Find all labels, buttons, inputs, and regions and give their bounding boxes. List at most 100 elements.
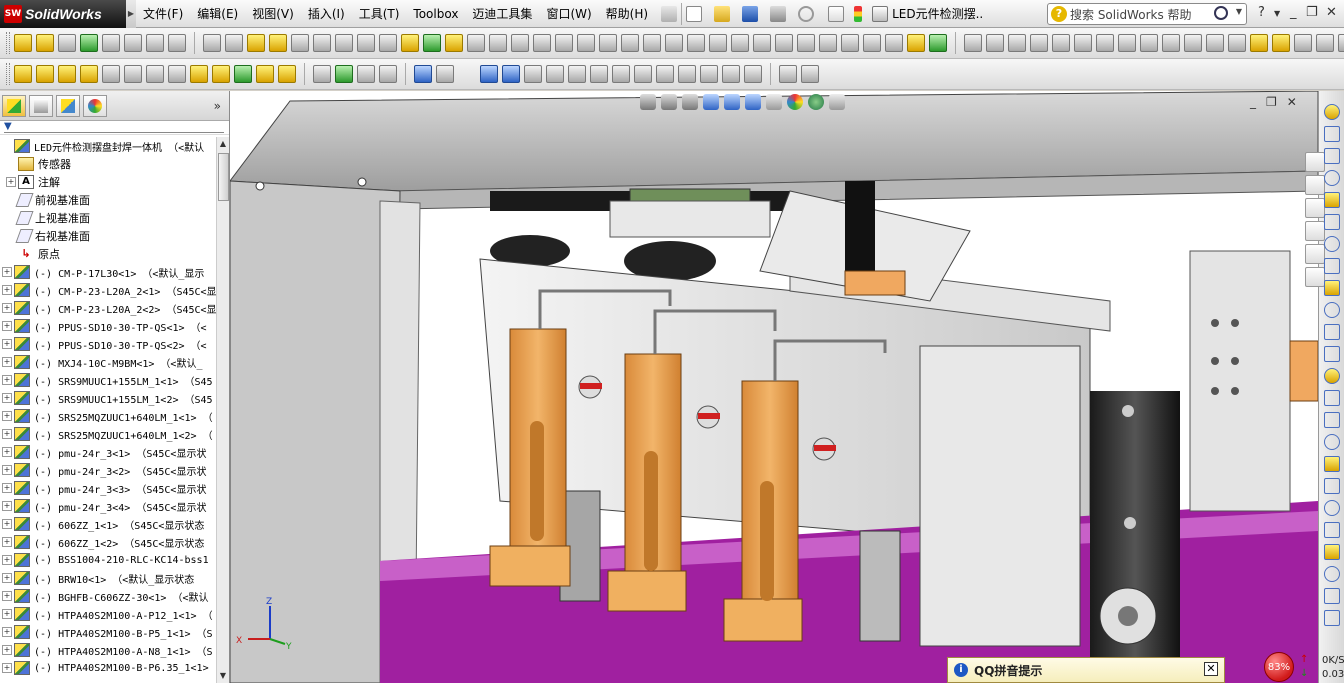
menu-item-8[interactable]: 帮助(H) [599,0,655,28]
pin-icon[interactable] [661,5,678,22]
undo-icon[interactable] [798,5,815,22]
previous-view-icon[interactable] [682,94,698,110]
planar-surface-icon[interactable] [1096,34,1114,52]
doc-close-icon[interactable]: ✕ [1287,95,1297,109]
tree-item[interactable]: + A 注解 [0,173,216,191]
expand-icon[interactable]: + [2,627,12,637]
expand-icon[interactable]: + [2,537,12,547]
toolbar-grip[interactable] [6,63,10,85]
task-tool-icon-5[interactable] [1324,214,1340,230]
task-tool-icon-22[interactable] [1324,588,1340,604]
tree-scrollbar[interactable]: ▲ ▼ [216,137,229,683]
tree-item[interactable]: + (-) BGHFB-C606ZZ-30<1> （<默认 [0,587,216,605]
task-tool-icon-2[interactable] [1324,148,1340,164]
menu-item-7[interactable]: 窗口(W) [539,0,598,28]
smart-dimension-icon[interactable] [489,34,507,52]
task-tool-icon-10[interactable] [1324,324,1340,340]
revision-cloud-icon[interactable] [779,65,797,83]
exploded-view-icon[interactable] [269,34,287,52]
text-annotation-icon[interactable] [458,65,476,83]
fitting-icon[interactable] [212,65,230,83]
feature-icon[interactable] [124,34,142,52]
task-pane-custom-properties-icon[interactable] [1305,267,1325,287]
move-component-icon[interactable] [58,34,76,52]
expand-icon[interactable]: + [2,465,12,475]
task-tool-icon-7[interactable] [1324,258,1340,274]
tree-item[interactable]: + (-) pmu-24r_3<4> （S45C<显示状 [0,497,216,515]
spline-icon[interactable] [577,34,595,52]
warning-icon[interactable] [700,65,718,83]
tree-item[interactable]: + (-) PPUS-SD10-30-TP-QS<2> （< [0,335,216,353]
solidworks-logo[interactable]: SW SolidWorks [0,0,126,28]
scale-icon[interactable] [885,34,903,52]
expand-icon[interactable]: + [2,591,12,601]
route-icon[interactable] [234,65,252,83]
offset-icon[interactable] [731,34,749,52]
expand-icon[interactable]: + [2,645,12,655]
tree-item[interactable]: + (-) HTPA40S2M100-A-P12_1<1> （ [0,605,216,623]
minimize-window-icon[interactable]: _ [1290,5,1297,20]
expand-icon[interactable]: + [2,447,12,457]
scroll-down-icon[interactable]: ▼ [217,669,229,683]
fill-surface-icon[interactable] [1162,34,1180,52]
weld-symbol-icon[interactable] [568,65,586,83]
expand-icon[interactable]: + [2,267,12,277]
logo-flyout-arrow[interactable]: ▶ [126,0,136,28]
search-magnifier-icon[interactable] [1214,6,1228,20]
tree-item[interactable]: + (-) 606ZZ_1<2> （S45C<显示状态 [0,533,216,551]
restore-window-icon[interactable]: ❐ [1306,5,1318,20]
weld-bead-icon[interactable] [14,65,32,83]
new-motion-study-icon[interactable] [225,34,243,52]
task-tool-icon-19[interactable] [1324,522,1340,538]
options-icon[interactable] [872,5,889,22]
expand-icon[interactable]: + [2,393,12,403]
tree-item[interactable]: + (-) HTPA40S2M100-B-P6.35_1<1> [0,659,216,677]
task-tool-icon-16[interactable] [1324,456,1340,472]
gusset-icon[interactable] [102,65,120,83]
rotate-icon[interactable] [863,34,881,52]
menu-item-4[interactable]: 工具(T) [352,0,407,28]
new-document-icon[interactable] [686,5,703,22]
task-tool-icon-0[interactable] [1324,104,1340,120]
trim-extend-icon[interactable] [58,65,76,83]
tree-filter[interactable]: ▼ [0,121,229,135]
show-hidden-icon[interactable] [146,34,164,52]
task-tool-icon-4[interactable] [1324,192,1340,208]
loft-surface-icon[interactable] [1052,34,1070,52]
copy-icon[interactable] [907,34,925,52]
tab-property-manager[interactable] [29,94,53,117]
apply-scene-icon[interactable] [808,94,824,110]
section-icon[interactable] [379,65,397,83]
hole-callout-icon[interactable] [656,65,674,83]
tab-configuration-manager[interactable] [56,94,80,117]
weldment-icon[interactable] [124,65,142,83]
task-tool-icon-14[interactable] [1324,412,1340,428]
measure-icon[interactable] [379,34,397,52]
mass-properties-icon[interactable] [401,34,419,52]
select-cursor-icon[interactable] [828,5,845,22]
auto-balloon-icon[interactable] [524,65,542,83]
clearance-icon[interactable] [335,34,353,52]
task-pane-library-icon[interactable] [1305,175,1325,195]
zoom-to-fit-icon[interactable] [640,94,656,110]
task-tool-icon-21[interactable] [1324,566,1340,582]
appearance-icon[interactable] [335,65,353,83]
tree-root-assembly[interactable]: LED元件检测摆盘封焊一体机 （<默认 [0,137,216,155]
tree-item[interactable]: + (-) MXJ4-10C-M9BM<1> （<默认_ [0,353,216,371]
geometric-tolerance-icon[interactable] [590,65,608,83]
rectangle-icon[interactable] [599,34,617,52]
interference-icon[interactable] [313,34,331,52]
help-dropdown-arrow-icon[interactable]: ▼ [1274,9,1280,18]
expand-icon[interactable]: + [2,609,12,619]
smart-dim-annot-icon[interactable] [414,65,432,83]
routing-icon[interactable] [190,65,208,83]
task-tool-icon-12[interactable] [1324,368,1340,384]
expand-icon[interactable]: + [2,555,12,565]
task-pane-home-icon[interactable] [1305,152,1325,172]
scroll-up-icon[interactable]: ▲ [217,137,229,151]
table-icon[interactable] [801,65,819,83]
menu-item-3[interactable]: 插入(I) [301,0,352,28]
tree-item[interactable]: + (-) CM-P-23-L20A_2<2> （S45C<显 [0,299,216,317]
tree-item[interactable]: + (-) pmu-24r_3<1> （S45C<显示状 [0,443,216,461]
tree-item[interactable]: + (-) pmu-24r_3<3> （S45C<显示状 [0,479,216,497]
